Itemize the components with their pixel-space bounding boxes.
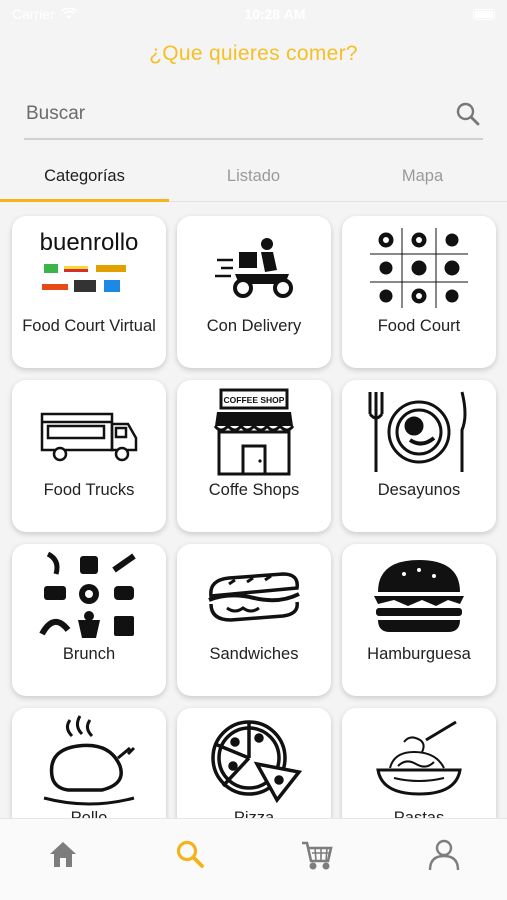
category-card-desayunos[interactable]: Desayunos (342, 380, 496, 532)
buenrollo-logo: buenrollo (34, 222, 144, 314)
roast-chicken-icon (34, 714, 144, 806)
status-time: 10:28 AM (244, 6, 306, 22)
category-card-con-delivery[interactable]: Con Delivery (177, 216, 331, 368)
nav-profile[interactable] (380, 837, 507, 871)
home-icon[interactable] (46, 837, 80, 871)
bottom-tab-bar (0, 818, 507, 900)
category-card-food-court[interactable]: Food Court (342, 216, 496, 368)
tab-mapa[interactable]: Mapa (338, 152, 507, 201)
segment-tabs: Categorías Listado Mapa (0, 152, 507, 202)
category-card-sandwiches[interactable]: Sandwiches (177, 544, 331, 696)
tab-categorias[interactable]: Categorías (0, 152, 169, 201)
pasta-icon (364, 714, 474, 806)
category-label: Coffe Shops (208, 481, 300, 499)
carrier-label: Carrier (12, 6, 55, 22)
category-card-food-trucks[interactable]: Food Trucks (12, 380, 166, 532)
category-card-brunch[interactable]: Brunch (12, 544, 166, 696)
tab-listado[interactable]: Listado (169, 152, 338, 201)
page-title: ¿Que quieres comer? (149, 42, 358, 65)
sandwich-icon (199, 550, 309, 642)
category-card-hamburguesa[interactable]: Hamburguesa (342, 544, 496, 696)
food-truck-icon (34, 386, 144, 478)
battery-icon (472, 8, 495, 20)
category-label: Con Delivery (206, 317, 302, 335)
category-label: Food Court Virtual (22, 317, 156, 335)
category-label: Food Trucks (43, 481, 135, 499)
nav-search[interactable] (127, 837, 254, 871)
pizza-icon (199, 714, 309, 806)
search-icon[interactable] (455, 101, 481, 127)
category-label: Sandwiches (209, 645, 299, 663)
search-bar (24, 90, 483, 140)
search-input[interactable] (26, 103, 455, 125)
category-label: Food Court (377, 317, 461, 335)
status-bar: Carrier 10:28 AM (0, 0, 507, 28)
category-card-food-court-virtual[interactable]: buenrollo Food Court Virtual (12, 216, 166, 368)
category-label: Desayunos (377, 481, 461, 499)
cart-icon[interactable] (300, 837, 334, 871)
brunch-grid-icon (34, 550, 144, 642)
category-card-coffe-shops[interactable]: COFFEE SHOP Coffe Shops (177, 380, 331, 532)
svg-text:buenrollo: buenrollo (40, 229, 139, 256)
category-label: Hamburguesa (367, 645, 471, 663)
tab-indicator (0, 199, 169, 202)
status-left: Carrier (12, 6, 77, 22)
burger-icon (364, 550, 474, 642)
category-grid: buenrollo Food Court Virtual Con Deliver… (12, 216, 496, 860)
nav-home[interactable] (0, 837, 127, 871)
coffee-shop-icon: COFFEE SHOP (199, 386, 309, 478)
wifi-icon (60, 8, 77, 19)
nav-cart[interactable] (254, 837, 381, 871)
breakfast-plate-icon (364, 386, 474, 478)
profile-icon[interactable] (427, 837, 461, 871)
food-court-grid-icon (364, 222, 474, 314)
search-icon[interactable] (173, 837, 207, 871)
delivery-scooter-icon (199, 222, 309, 314)
svg-text:COFFEE SHOP: COFFEE SHOP (224, 395, 285, 405)
category-label: Brunch (62, 645, 116, 663)
